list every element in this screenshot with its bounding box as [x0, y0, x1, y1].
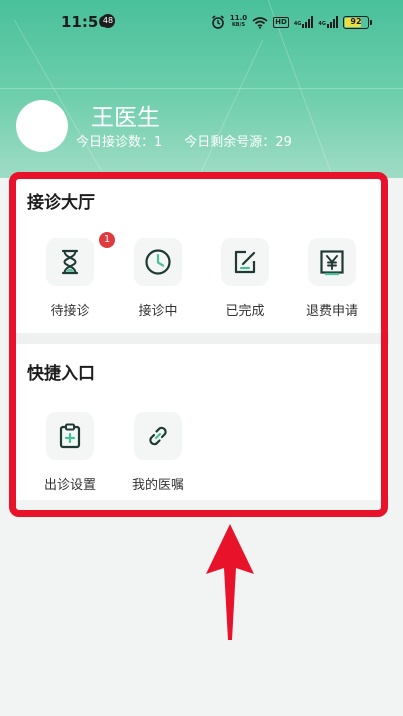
network-speed: 11.0 KB/S	[230, 15, 247, 29]
doctor-name: 王医生	[91, 105, 160, 131]
status-bar: 11:56 48 11.0 KB/S HD 4G 4G 92	[0, 0, 403, 44]
arrow-up-icon	[206, 524, 254, 640]
wifi-icon	[252, 16, 268, 29]
header-decoration-line	[197, 40, 264, 178]
notification-count-badge: 48	[101, 14, 115, 28]
signal-icon	[327, 16, 338, 28]
signal-strength-1: 4G	[294, 16, 314, 28]
signal-strength-2: 4G	[318, 16, 338, 28]
profile-header: 11:56 48 11.0 KB/S HD 4G 4G 92 王医生 今日接诊数…	[0, 0, 403, 178]
today-visits-value: 1	[154, 135, 163, 150]
network-speed-value: 11.0	[229, 14, 248, 22]
remaining-slots-label: 今日剩余号源：	[184, 135, 276, 150]
signal-icon	[302, 16, 314, 28]
today-visits-label: 今日接诊数：	[76, 135, 155, 150]
status-icons: 11.0 KB/S HD 4G 4G 92	[211, 13, 372, 31]
remaining-slots-value: 29	[275, 135, 292, 150]
highlight-annotation-box	[9, 172, 388, 517]
battery-level: 92	[350, 16, 362, 26]
alarm-icon	[211, 15, 224, 29]
network-speed-unit: KB/S	[231, 22, 246, 28]
battery-icon: 92	[343, 15, 372, 29]
signal-label: 4G	[318, 21, 326, 27]
hd-indicator: HD	[273, 16, 289, 28]
header-decoration-line	[0, 88, 403, 89]
signal-label: 4G	[293, 21, 302, 27]
avatar[interactable]	[16, 100, 68, 152]
profile-stats: 今日接诊数：1 今日剩余号源：29	[76, 131, 292, 150]
